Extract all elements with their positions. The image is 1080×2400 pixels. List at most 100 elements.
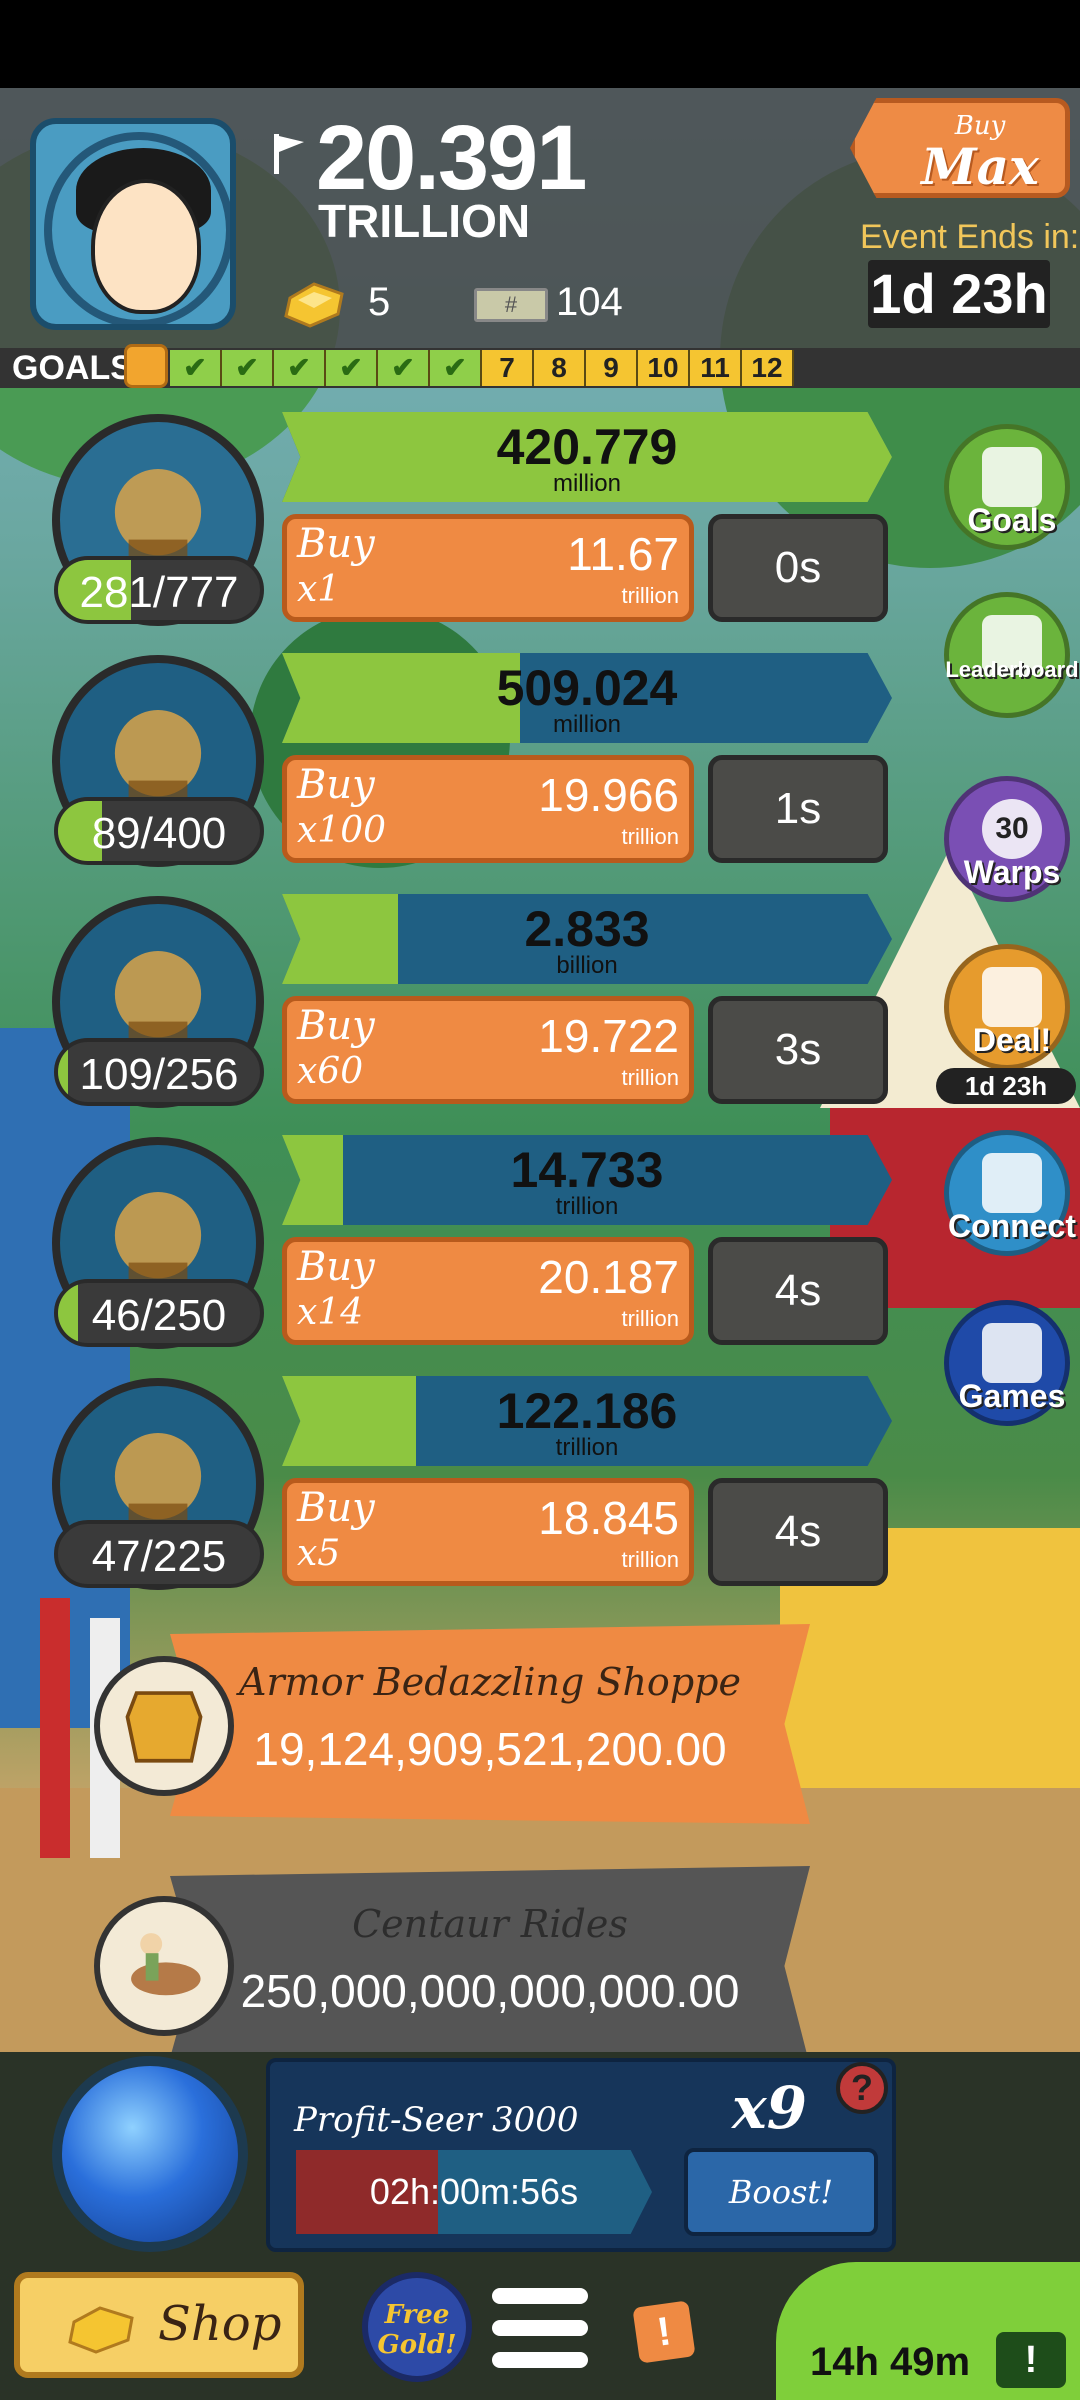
buy-button[interactable]: Buy x1 11.67 trillion [282, 514, 694, 622]
tv-icon: ! [996, 2332, 1066, 2388]
side-button-warps[interactable]: 30 Warps [944, 776, 1070, 902]
boost-button[interactable]: Boost! [684, 2148, 878, 2236]
goal-check-icon: ✔ [170, 350, 222, 386]
help-icon[interactable]: ? [836, 2062, 888, 2114]
megabuck-icon: # [474, 288, 548, 322]
buy-cost-unit: trillion [621, 583, 679, 608]
deal-timer: 1d 23h [936, 1068, 1076, 1104]
buy-cost: 19.966 [538, 769, 679, 821]
buy-cost: 18.845 [538, 1492, 679, 1544]
owned-count-text: 109/256 [79, 1050, 239, 1099]
warp-icon: 30 [982, 799, 1042, 859]
buy-quantity: x60 [297, 1051, 364, 1092]
income-unit: trillion [555, 1193, 619, 1220]
flag-icon [274, 134, 304, 174]
armor-icon [94, 1656, 234, 1796]
player-avatar[interactable] [30, 118, 236, 330]
shop-value: 19,124,909,521,200.00 [253, 1723, 727, 1775]
side-button-connect[interactable]: Connect [944, 1130, 1076, 1256]
income-value: 420.779 [496, 419, 678, 475]
side-button-goals[interactable]: Goals [944, 424, 1070, 550]
buy-cost-unit: trillion [621, 1065, 679, 1090]
buy-max-button[interactable]: Buy Max [850, 98, 1070, 198]
free-gold-button[interactable]: Free Gold! [362, 2272, 472, 2382]
buy-button[interactable]: Buy x14 20.187 trillion [282, 1237, 694, 1345]
income-unit: million [552, 711, 621, 738]
owned-count-text: 89/400 [91, 809, 227, 858]
side-button-label: Warps [963, 854, 1061, 890]
profit-seer-timer: 02h:00m:56s [369, 2171, 579, 2212]
owned-count: 281/777 [54, 556, 264, 624]
buy-quantity: x14 [297, 1292, 364, 1333]
video-timer-tab[interactable]: 14h 49m ! [776, 2262, 1080, 2400]
buy-label: Buy [297, 762, 375, 808]
buy-label: Buy [297, 1003, 375, 1049]
profit-seer-name: Profit-Seer 3000 [294, 2100, 579, 2140]
event-ends-label: Event Ends in: [860, 218, 1080, 256]
owned-progress-fill [58, 1042, 69, 1102]
income-progress-bar[interactable]: 420.779 million [282, 412, 892, 502]
goal-number: 12 [742, 350, 794, 386]
income-progress-bar[interactable]: 122.186 trillion [282, 1376, 892, 1466]
shop-name: Armor Bedazzling Shoppe [239, 1660, 741, 1704]
side-button-label: Games [958, 1378, 1066, 1414]
cycle-time-button[interactable]: 1s [708, 755, 888, 863]
gift-icon [982, 967, 1042, 1027]
shop-centaur-rides[interactable]: Centaur Rides 250,000,000,000,000.00 [170, 1866, 810, 2066]
side-button-label: Goals [967, 502, 1057, 538]
shop-button-label: Shop [158, 2296, 282, 2352]
games-icon [982, 1323, 1042, 1383]
gold-count: 5 [368, 280, 391, 324]
owned-count: 89/400 [54, 797, 264, 865]
cycle-time-button[interactable]: 4s [708, 1237, 888, 1345]
buy-max-big-label: Max [921, 137, 1039, 196]
goal-check-icon: ✔ [326, 350, 378, 386]
income-unit: billion [556, 952, 618, 979]
owned-count: 109/256 [54, 1038, 264, 1106]
video-timer: 14h 49m [810, 2340, 971, 2384]
cycle-time-button[interactable]: 3s [708, 996, 888, 1104]
profit-seer-timer-bar: 02h:00m:56s [296, 2150, 652, 2234]
owned-count: 46/250 [54, 1279, 264, 1347]
event-timer: 1d 23h [868, 260, 1050, 328]
income-value: 509.024 [496, 660, 678, 716]
income-progress-bar[interactable]: 2.833 billion [282, 894, 892, 984]
shop-armor-bedazzling[interactable]: Armor Bedazzling Shoppe 19,124,909,521,2… [170, 1624, 810, 1824]
buy-cost: 19.722 [538, 1010, 679, 1062]
income-progress-bar[interactable]: 509.024 million [282, 653, 892, 743]
side-button-deal[interactable]: Deal! [944, 944, 1070, 1070]
cycle-time-button[interactable]: 4s [708, 1478, 888, 1586]
goals-label: GOALS [12, 349, 133, 387]
goal-number: 8 [534, 350, 586, 386]
alert-icon[interactable]: ! [632, 2300, 696, 2364]
buy-cost: 11.67 [567, 528, 679, 580]
menu-icon[interactable] [492, 2288, 588, 2372]
cycle-time-button[interactable]: 0s [708, 514, 888, 622]
buy-label: Buy [297, 521, 375, 567]
side-button-label: Connect [948, 1208, 1076, 1244]
side-button-label: Leaderboard [945, 657, 1079, 682]
side-button-games[interactable]: Games [944, 1300, 1070, 1426]
goal-number: 11 [690, 350, 742, 386]
buy-button[interactable]: Buy x60 19.722 trillion [282, 996, 694, 1104]
crystal-ball-icon[interactable] [52, 2056, 248, 2252]
side-button-leaderboard[interactable]: Leaderboard [944, 592, 1079, 718]
buy-button[interactable]: Buy x100 19.966 trillion [282, 755, 694, 863]
buy-button[interactable]: Buy x5 18.845 trillion [282, 1478, 694, 1586]
goal-number: 7 [482, 350, 534, 386]
gift-icon [124, 344, 168, 388]
free-gold-line1: Free [384, 2300, 450, 2330]
cards-icon [982, 1153, 1042, 1213]
income-progress-bar[interactable]: 14.733 trillion [282, 1135, 892, 1225]
goal-number: 9 [586, 350, 638, 386]
buy-cost-unit: trillion [621, 1306, 679, 1331]
shop-name: Centaur Rides [352, 1902, 628, 1946]
goal-number: 10 [638, 350, 690, 386]
shop-button[interactable]: Shop [14, 2272, 304, 2378]
income-unit: million [552, 470, 621, 497]
goal-check-icon: ✔ [430, 350, 482, 386]
buy-quantity: x1 [297, 569, 341, 610]
income-unit: trillion [555, 1434, 619, 1461]
profit-seer-multiplier: x9 [732, 2074, 807, 2142]
income-value: 122.186 [496, 1383, 678, 1439]
